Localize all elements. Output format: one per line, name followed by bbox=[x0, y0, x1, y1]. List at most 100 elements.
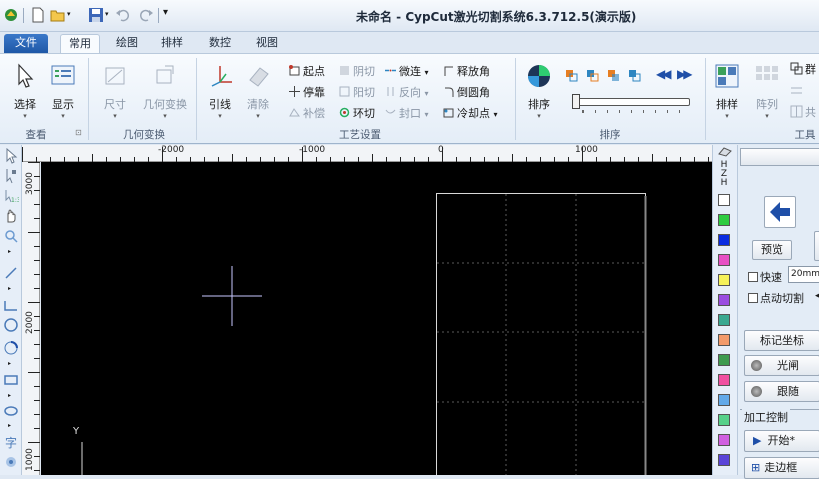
cooling-point-button[interactable]: 冷却点 ▾ bbox=[442, 106, 498, 122]
size-button[interactable]: 尺寸 ▾ bbox=[98, 60, 132, 120]
multi-select-tool-icon[interactable]: 1:3 bbox=[3, 188, 19, 204]
fast-option[interactable]: 快速 bbox=[748, 269, 782, 285]
sort-tool-4-icon[interactable] bbox=[628, 69, 642, 83]
jog-cut-option[interactable]: 点动切割 bbox=[748, 290, 804, 306]
tab-file[interactable]: 文件 bbox=[4, 34, 48, 53]
drawing-canvas[interactable]: Y bbox=[41, 162, 712, 475]
preview-button[interactable]: 预览 bbox=[752, 240, 792, 260]
slider-handle[interactable] bbox=[572, 94, 580, 109]
undo-icon[interactable] bbox=[115, 7, 131, 23]
save-dropdown-icon[interactable]: ▾ bbox=[105, 10, 109, 18]
line-dropdown-icon[interactable]: ▸ bbox=[8, 285, 11, 292]
polyline-tool-icon[interactable] bbox=[3, 297, 19, 313]
sort-tool-2-icon[interactable] bbox=[586, 69, 600, 83]
micro-joint-button[interactable]: 微连 ▾ bbox=[384, 64, 429, 80]
circle-tool-icon[interactable] bbox=[3, 317, 19, 333]
app-icon[interactable] bbox=[3, 7, 19, 23]
arc-dropdown-icon[interactable]: ▸ bbox=[8, 360, 11, 367]
tab-draw[interactable]: 绘图 bbox=[110, 34, 144, 53]
layer-color-swatch[interactable] bbox=[718, 314, 730, 326]
ring-cut-button[interactable]: 环切 bbox=[338, 106, 375, 122]
nest-button[interactable]: 排样 ▾ bbox=[710, 60, 744, 120]
jog-cut-checkbox[interactable] bbox=[748, 293, 758, 303]
open-icon[interactable] bbox=[50, 7, 66, 23]
text-tool-icon[interactable]: 字 bbox=[3, 434, 19, 450]
next-step-icon[interactable]: ▶▶ bbox=[677, 67, 693, 81]
save-icon[interactable] bbox=[88, 7, 104, 23]
line-tool-icon[interactable] bbox=[3, 265, 19, 281]
node-edit-tool-icon[interactable] bbox=[3, 168, 19, 184]
layer-color-swatch[interactable] bbox=[718, 194, 730, 206]
star-tool-icon[interactable] bbox=[3, 454, 19, 470]
move-right-edge[interactable] bbox=[814, 231, 819, 261]
new-icon[interactable] bbox=[30, 7, 46, 23]
polygon-tool-icon[interactable] bbox=[3, 403, 19, 419]
worktable-grid bbox=[437, 194, 645, 475]
layer-color-swatch[interactable] bbox=[718, 334, 730, 346]
start-point-button[interactable]: 起点 bbox=[288, 64, 325, 80]
transform-button[interactable]: 几何变换 ▾ bbox=[140, 60, 190, 120]
layer-color-swatch[interactable] bbox=[718, 274, 730, 286]
tab-layout[interactable]: 排样 bbox=[155, 34, 189, 53]
pan-hand-icon[interactable] bbox=[3, 208, 19, 224]
layer-color-swatch[interactable] bbox=[718, 394, 730, 406]
tab-view[interactable]: 视图 bbox=[250, 34, 284, 53]
select-button[interactable]: 选择 ▾ bbox=[8, 60, 42, 120]
stop-point-button[interactable]: 停靠 bbox=[288, 85, 325, 101]
eraser-layer-icon[interactable] bbox=[718, 146, 732, 157]
compensate-button[interactable]: 补偿 bbox=[288, 106, 325, 122]
reverse-button[interactable]: 反向 ▾ bbox=[384, 85, 429, 101]
group-expand-icon[interactable]: ⊡ bbox=[75, 128, 82, 137]
zoom-tool-icon[interactable] bbox=[3, 228, 19, 244]
polygon-dropdown-icon[interactable]: ▸ bbox=[8, 422, 11, 429]
layer-color-swatch[interactable] bbox=[718, 234, 730, 246]
array-button[interactable]: 阵列 ▾ bbox=[750, 60, 784, 120]
start-button[interactable]: ▶ 开始* bbox=[744, 430, 819, 452]
seal-button[interactable]: 封口 ▾ bbox=[384, 106, 429, 122]
pointer-tool-icon[interactable] bbox=[3, 148, 19, 164]
layer-color-swatch[interactable] bbox=[718, 414, 730, 426]
redo-icon[interactable] bbox=[138, 7, 154, 23]
zoom-dropdown-icon[interactable]: ▸ bbox=[8, 248, 11, 255]
layer-color-swatch[interactable] bbox=[718, 214, 730, 226]
tool-2-button[interactable] bbox=[790, 84, 805, 100]
display-button[interactable]: 显示 ▾ bbox=[46, 60, 80, 120]
h-ruler-label: 0 bbox=[438, 145, 444, 155]
release-angle-button[interactable]: 释放角 bbox=[442, 64, 490, 80]
sort-slider[interactable] bbox=[578, 98, 690, 106]
sort-tool-1-icon[interactable] bbox=[565, 69, 579, 83]
ring-cut-icon bbox=[339, 107, 350, 118]
positive-cut-button[interactable]: 阳切 bbox=[338, 85, 375, 101]
customize-icon[interactable]: ▾ bbox=[163, 7, 168, 18]
tab-cnc[interactable]: 数控 bbox=[203, 34, 237, 53]
prev-step-icon[interactable]: ◀◀ bbox=[656, 67, 672, 81]
walk-border-button[interactable]: ⊞ 走边框 bbox=[744, 457, 819, 479]
round-corner-icon bbox=[445, 87, 454, 97]
open-dropdown-icon[interactable]: ▾ bbox=[67, 10, 71, 18]
negative-cut-button[interactable]: 阴切 bbox=[338, 64, 375, 80]
layer-color-swatch[interactable] bbox=[718, 354, 730, 366]
arc-tool-icon[interactable] bbox=[3, 340, 19, 356]
sort-button[interactable]: 排序 ▾ bbox=[522, 60, 556, 120]
layer-color-swatch[interactable] bbox=[718, 294, 730, 306]
rectangle-dropdown-icon[interactable]: ▸ bbox=[8, 392, 11, 399]
shutter-button[interactable]: 光闸 bbox=[744, 355, 819, 376]
clear-button[interactable]: 清除 ▾ bbox=[241, 60, 275, 120]
mark-coord-button[interactable]: 标记坐标 bbox=[744, 330, 819, 351]
layer-color-swatch[interactable] bbox=[718, 454, 730, 466]
round-corner-button[interactable]: 倒圆角 bbox=[442, 85, 490, 101]
layer-color-swatch[interactable] bbox=[718, 374, 730, 386]
layer-color-swatch[interactable] bbox=[718, 434, 730, 446]
layer-color-swatch[interactable] bbox=[718, 254, 730, 266]
rectangle-tool-icon[interactable] bbox=[3, 372, 19, 388]
fast-checkbox[interactable] bbox=[748, 272, 758, 282]
share-edge-button[interactable]: 共 bbox=[790, 105, 816, 121]
follow-button[interactable]: 跟随 bbox=[744, 381, 819, 402]
lead-button[interactable]: 引线 ▾ bbox=[203, 60, 237, 120]
sort-tool-3-icon[interactable] bbox=[607, 69, 621, 83]
h-ruler-label: -1000 bbox=[299, 145, 326, 155]
group-button[interactable]: 群 bbox=[790, 62, 816, 78]
tab-common[interactable]: 常用 bbox=[60, 34, 100, 53]
speed-input[interactable]: 20mm/ bbox=[788, 266, 819, 283]
move-left-button[interactable] bbox=[764, 196, 796, 228]
